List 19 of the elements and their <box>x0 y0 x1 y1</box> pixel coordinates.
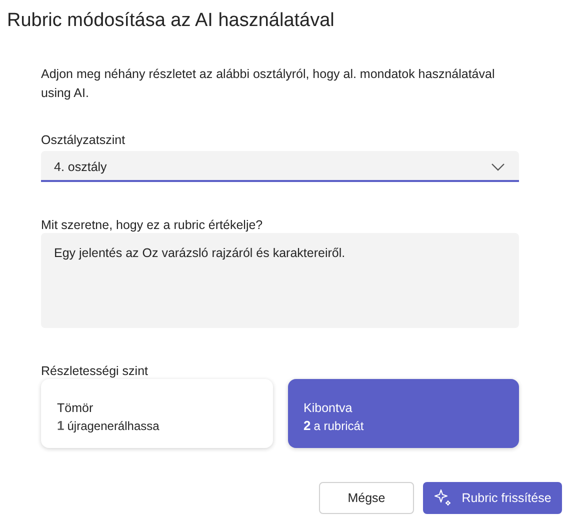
option-card[interactable]: Tömör 1 újragenerálhassa <box>41 379 272 448</box>
chevron-down-icon <box>491 162 505 170</box>
field-label: Részletességi szint <box>41 363 149 379</box>
grade-dropdown[interactable]: 4. osztály <box>41 151 519 182</box>
option-text: újragenerálhassa <box>67 418 160 432</box>
text-area[interactable]: Egy jelentés az Oz varázsló rajzáról és karaktereiről. <box>41 233 519 328</box>
option-title: Tömör <box>57 400 94 414</box>
option-number: 1 <box>57 418 64 432</box>
field-label: Mit szeretne, hogy ez a rubric értékelje? <box>41 217 264 233</box>
option-number: 2 <box>304 418 311 432</box>
option-title: Kibontva <box>304 400 354 414</box>
dialog-title: Rubric módosítása az AI használatával <box>7 9 336 33</box>
cancel-button[interactable]: Mégse <box>319 482 414 514</box>
description: Adjon meg néhány részletet az alábbi osztályról, hogy al. mondatok használatával using AI. <box>41 66 496 102</box>
field-label: Osztályzatszint <box>41 132 126 148</box>
update-button[interactable]: Rubric frissítése <box>423 482 562 514</box>
sparkle-icon <box>434 489 452 507</box>
option-text: a rubricát <box>314 418 364 432</box>
option-card[interactable]: Kibontva 2 a rubricát <box>288 379 519 448</box>
